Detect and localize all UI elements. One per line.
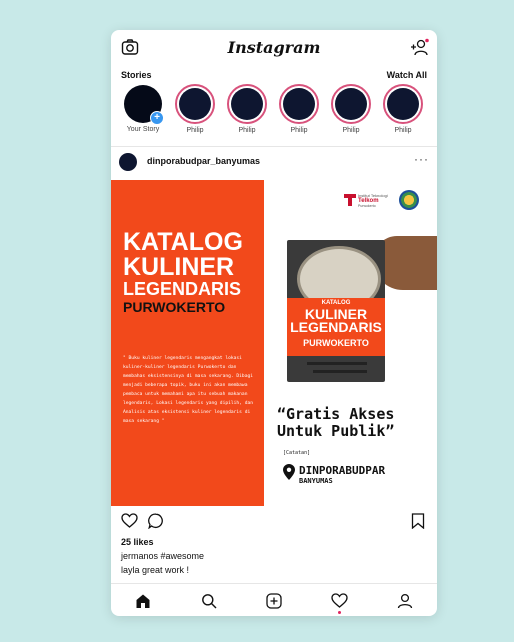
story-name: Philip xyxy=(186,127,204,134)
poster-caption: [Catatan] xyxy=(283,450,311,456)
avatar xyxy=(335,88,367,120)
poster-title-line: KATALOG xyxy=(123,228,243,256)
poster-title-line: LEGENDARIS xyxy=(123,279,242,299)
story-ring xyxy=(383,84,423,124)
likes-count[interactable]: 25 likes xyxy=(121,537,154,547)
story-your-story[interactable]: + Your Story xyxy=(117,84,169,133)
poster-title-line: KULINER xyxy=(123,253,235,281)
book-subtitle: PURWOKERTO xyxy=(303,338,369,348)
stories-header: Stories Watch All xyxy=(121,70,427,80)
poster-left-panel: KATALOG KULINER LEGENDARIS PURWOKERTO " … xyxy=(111,180,264,506)
bottom-nav xyxy=(111,586,437,616)
post-header: dinporabudpar_banyumas ··· xyxy=(119,151,429,173)
story-name: Philip xyxy=(394,127,412,134)
poster-title: KATALOG KULINER LEGENDARIS PURWOKERTO xyxy=(123,228,243,315)
sponsor-logo: Institut Teknologi Telkom Purwokerto xyxy=(344,192,400,208)
divider xyxy=(111,583,437,584)
home-icon[interactable] xyxy=(135,593,151,609)
poster-description: " Buku kuliner legendaris mengangkat lok… xyxy=(123,356,253,424)
comment-icon[interactable] xyxy=(148,513,164,529)
story-ring xyxy=(175,84,215,124)
comment-user[interactable]: jermanos xyxy=(121,551,158,561)
add-story-icon[interactable]: + xyxy=(150,111,164,125)
post-image[interactable]: KATALOG KULINER LEGENDARIS PURWOKERTO " … xyxy=(111,180,437,506)
story-item[interactable]: Philip xyxy=(221,84,273,134)
app-logo: Instagram xyxy=(227,38,321,57)
book-cover: KATALOG KULINER LEGENDARIS PURWOKERTO xyxy=(287,240,385,382)
more-options-icon[interactable]: ··· xyxy=(414,152,429,166)
post-username[interactable]: dinporabudpar_banyumas xyxy=(147,156,260,166)
location-region: BANYUMAS xyxy=(299,477,333,485)
divider xyxy=(111,146,437,147)
regency-emblem-icon xyxy=(399,190,419,210)
avatar xyxy=(283,88,315,120)
stories-row: + Your Story Philip Philip Philip Philip… xyxy=(117,84,437,144)
story-item[interactable]: Philip xyxy=(273,84,325,134)
add-user-icon[interactable] xyxy=(409,38,429,56)
book-title-large: KULINER LEGENDARIS xyxy=(290,306,382,335)
fork-illustration xyxy=(307,362,367,365)
notification-dot xyxy=(338,611,341,614)
story-item[interactable]: Philip xyxy=(325,84,377,134)
story-item[interactable]: Philip xyxy=(377,84,429,134)
post-actions xyxy=(111,510,437,532)
story-name: Philip xyxy=(342,127,360,134)
avatar xyxy=(179,88,211,120)
search-icon[interactable] xyxy=(201,593,217,609)
watch-all-link[interactable]: Watch All xyxy=(387,70,427,80)
avatar xyxy=(231,88,263,120)
activity-heart-icon[interactable] xyxy=(331,593,348,608)
phone-screen: Instagram Stories Watch All + Your Story… xyxy=(111,30,437,616)
profile-icon[interactable] xyxy=(397,593,413,609)
location-pin-icon xyxy=(283,464,295,480)
add-post-icon[interactable] xyxy=(266,593,282,609)
story-name: Philip xyxy=(238,127,256,134)
post-avatar[interactable] xyxy=(119,153,137,171)
comment-text: great work ! xyxy=(142,565,190,575)
avatar: + xyxy=(124,85,164,125)
telkom-logo-icon xyxy=(344,194,356,206)
heart-icon[interactable] xyxy=(121,513,138,528)
story-ring xyxy=(331,84,371,124)
bookmark-icon[interactable] xyxy=(411,513,425,529)
sponsor-bottom-text: Purwokerto xyxy=(358,204,376,208)
story-ring xyxy=(227,84,267,124)
story-name: Philip xyxy=(290,127,308,134)
comment: jermanos #awesome xyxy=(121,551,204,561)
top-bar: Instagram xyxy=(111,30,437,64)
comment-text: #awesome xyxy=(160,551,205,561)
location-name: DINPORABUDPAR xyxy=(299,464,386,477)
comment: layla great work ! xyxy=(121,565,189,575)
comment-user[interactable]: layla xyxy=(121,565,140,575)
poster-title-line: PURWOKERTO xyxy=(123,299,226,315)
story-ring xyxy=(279,84,319,124)
story-name: Your Story xyxy=(126,126,160,133)
knife-illustration xyxy=(313,370,367,373)
avatar xyxy=(387,88,419,120)
poster-quote: “Gratis Akses Untuk Publik” xyxy=(277,405,395,440)
stories-heading: Stories xyxy=(121,70,152,80)
story-item[interactable]: Philip xyxy=(169,84,221,134)
